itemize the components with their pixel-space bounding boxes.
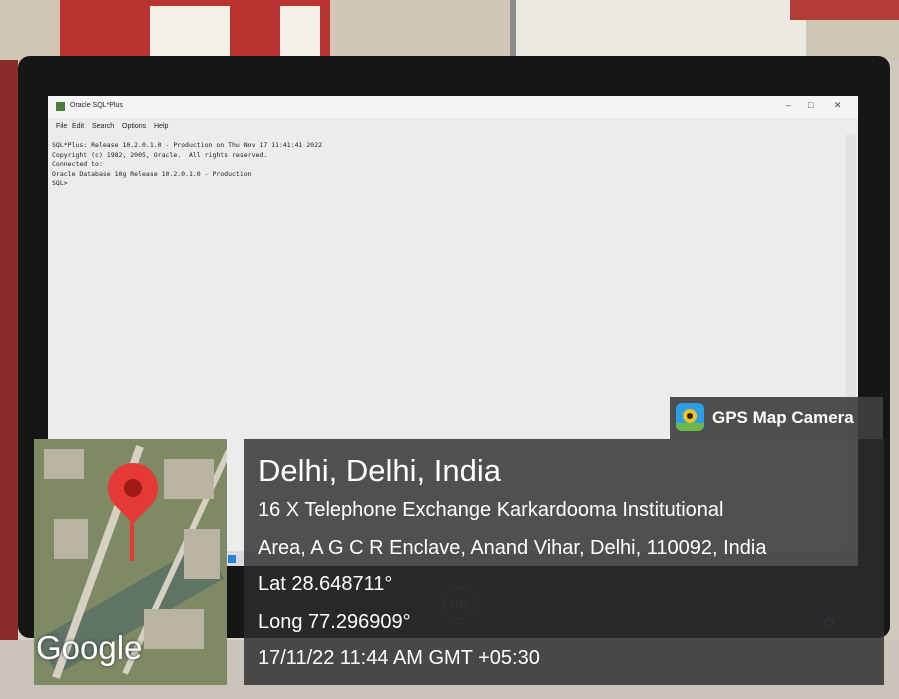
timestamp: 17/11/22 11:44 AM GMT +05:30 — [258, 647, 540, 669]
curtained-window — [60, 0, 330, 62]
window — [510, 0, 806, 58]
menu-edit[interactable]: Edit — [72, 123, 84, 130]
menu-file[interactable]: File — [56, 123, 67, 130]
location-pin-center — [124, 479, 142, 497]
gps-camera-app-icon — [676, 403, 704, 431]
location-pin-tip — [130, 505, 134, 561]
console-line: Connected to: — [52, 160, 103, 168]
window-title: Oracle SQL*Plus — [70, 102, 123, 109]
console-line: SQL*Plus: Release 10.2.0.1.0 - Productio… — [52, 141, 323, 149]
oracle-app-icon — [56, 102, 65, 111]
address-line-2: Area, A G C R Enclave, Anand Vihar, Delh… — [258, 537, 767, 559]
latitude: Lat 28.648711° — [258, 573, 393, 595]
minimize-button[interactable]: – — [786, 100, 791, 110]
left-curtain — [0, 60, 18, 640]
google-logo: Google — [36, 629, 143, 666]
gps-app-label: GPS Map Camera — [712, 408, 854, 427]
longitude: Long 77.296909° — [258, 611, 411, 633]
curtain — [790, 0, 899, 20]
console-output[interactable]: SQL*Plus: Release 10.2.0.1.0 - Productio… — [52, 141, 842, 189]
menu-bar: File Edit Search Options Help — [48, 120, 858, 134]
close-button[interactable]: ✕ — [834, 100, 842, 111]
maximize-button[interactable]: □ — [808, 100, 813, 110]
console-line: Oracle Database 10g Release 10.2.0.1.0 -… — [52, 169, 252, 178]
location-info-panel: Delhi, Delhi, India 16 X Telephone Excha… — [244, 439, 884, 685]
map-thumbnail: Google — [34, 439, 227, 685]
menu-help[interactable]: Help — [154, 123, 168, 130]
windows-start-icon[interactable] — [228, 555, 236, 563]
address-line-1: 16 X Telephone Exchange Karkardooma Inst… — [258, 499, 724, 521]
gps-app-badge: GPS Map Camera — [670, 397, 883, 439]
window-titlebar: Oracle SQL*Plus – □ ✕ — [48, 96, 858, 118]
sql-prompt[interactable]: SQL> — [52, 179, 842, 189]
location-title: Delhi, Delhi, India — [258, 453, 501, 488]
menu-search[interactable]: Search — [92, 123, 114, 130]
menu-options[interactable]: Options — [122, 123, 146, 130]
console-line: Copyright (c) 1982, 2005, Oracle. All ri… — [52, 150, 268, 159]
